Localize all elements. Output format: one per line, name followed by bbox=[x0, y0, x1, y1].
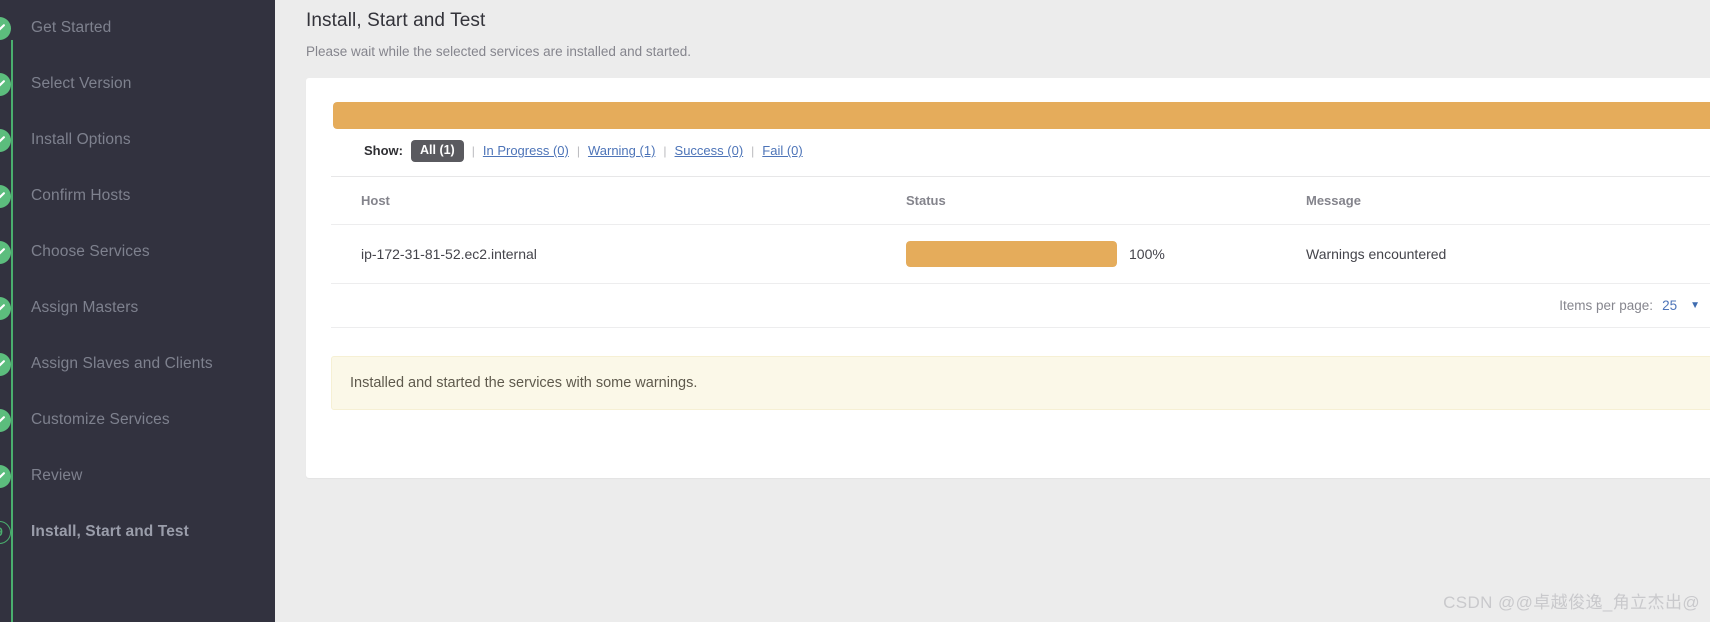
table-body: ip-172-31-81-52.ec2.internal 100% Warnings… bbox=[331, 224, 1710, 284]
check-icon bbox=[0, 16, 11, 40]
filter-label: Show: bbox=[364, 143, 403, 159]
filter-option-warning-1[interactable]: Warning (1) bbox=[588, 143, 655, 158]
wizard-sidebar: Get Started Select Version Install Options… bbox=[0, 0, 275, 622]
overall-progress-fill bbox=[333, 102, 1710, 129]
check-icon bbox=[0, 408, 11, 432]
row-progress-percent: 100% bbox=[1129, 246, 1165, 262]
watermark-text: CSDN @@卓越俊逸_角立杰出@ bbox=[1443, 593, 1700, 612]
row-progress-bar bbox=[906, 241, 1117, 267]
page-subtitle: Please wait while the selected services … bbox=[306, 44, 691, 59]
items-per-page-control: Items per page: 25 ▼ bbox=[331, 284, 1710, 328]
check-icon bbox=[0, 184, 11, 208]
sidebar-item-label: Confirm Hosts bbox=[31, 187, 131, 204]
filter-separator: | bbox=[471, 143, 475, 158]
table-header-row: Host Status Message bbox=[331, 177, 1710, 225]
filter-option-fail-0[interactable]: Fail (0) bbox=[762, 143, 802, 158]
main-content: Install, Start and Test Please wait whil… bbox=[275, 0, 1710, 622]
items-per-page-label: Items per page: bbox=[1559, 298, 1654, 313]
page-title: Install, Start and Test bbox=[306, 10, 486, 31]
sidebar-item-label: Choose Services bbox=[31, 243, 150, 260]
sidebar-item-install-options[interactable]: Install Options bbox=[0, 112, 275, 168]
row-progress-wrap: 100% bbox=[906, 241, 1306, 267]
row-progress-fill bbox=[906, 241, 1117, 267]
check-icon bbox=[0, 128, 11, 152]
sidebar-item-customize-services[interactable]: Customize Services bbox=[0, 392, 275, 448]
filter-option-in-progress-0[interactable]: In Progress (0) bbox=[483, 143, 569, 158]
sidebar-item-label: Assign Slaves and Clients bbox=[31, 355, 213, 372]
overall-progress-bar bbox=[333, 102, 1710, 129]
filter-option-all-1[interactable]: All (1) bbox=[411, 140, 464, 162]
installer-wizard: Get Started Select Version Install Options… bbox=[0, 0, 1710, 622]
host-status-table-area: Host Status Message ip-172-31-81-52.ec2.… bbox=[331, 176, 1710, 328]
sidebar-item-review[interactable]: Review bbox=[0, 448, 275, 504]
filter-separator: | bbox=[663, 143, 667, 158]
wizard-step-list: Get Started Select Version Install Options… bbox=[0, 0, 275, 560]
status-filter-row: Show: All (1) | In Progress (0) | Warning (1… bbox=[364, 140, 803, 162]
sidebar-item-get-started[interactable]: Get Started bbox=[0, 0, 275, 56]
check-icon bbox=[0, 352, 11, 376]
cell-host: ip-172-31-81-52.ec2.internal bbox=[331, 224, 906, 284]
table-row[interactable]: ip-172-31-81-52.ec2.internal 100% Warnings… bbox=[331, 224, 1710, 284]
sidebar-item-select-version[interactable]: Select Version bbox=[0, 56, 275, 112]
column-header-host[interactable]: Host bbox=[331, 177, 906, 225]
column-header-status[interactable]: Status bbox=[906, 177, 1306, 225]
warning-alert-text: Installed and started the services with … bbox=[350, 375, 698, 391]
cell-status: 100% bbox=[906, 224, 1306, 284]
check-icon bbox=[0, 296, 11, 320]
warning-alert: Installed and started the services with … bbox=[331, 356, 1710, 410]
cell-message: Warnings encountered bbox=[1306, 224, 1710, 284]
host-status-table: Host Status Message ip-172-31-81-52.ec2.… bbox=[331, 177, 1710, 284]
filter-separator: | bbox=[576, 143, 580, 158]
step-number-badge: 9 bbox=[0, 520, 11, 544]
sidebar-item-label: Select Version bbox=[31, 75, 132, 92]
sidebar-item-label: Get Started bbox=[31, 19, 112, 36]
filter-option-success-0[interactable]: Success (0) bbox=[675, 143, 744, 158]
sidebar-item-label: Assign Masters bbox=[31, 299, 139, 316]
filter-separator: | bbox=[751, 143, 755, 158]
sidebar-item-label: Install Options bbox=[31, 131, 131, 148]
sidebar-item-label: Install, Start and Test bbox=[31, 523, 189, 540]
chevron-down-icon[interactable]: ▼ bbox=[1690, 300, 1700, 311]
table-head: Host Status Message bbox=[331, 177, 1710, 225]
sidebar-item-label: Review bbox=[31, 467, 83, 484]
items-per-page-value[interactable]: 25 bbox=[1662, 298, 1677, 313]
sidebar-item-label: Customize Services bbox=[31, 411, 170, 428]
check-icon bbox=[0, 240, 11, 264]
sidebar-item-assign-slaves-and-clients[interactable]: Assign Slaves and Clients bbox=[0, 336, 275, 392]
sidebar-item-confirm-hosts[interactable]: Confirm Hosts bbox=[0, 168, 275, 224]
sidebar-item-install-start-and-test[interactable]: 9 Install, Start and Test bbox=[0, 504, 275, 560]
check-icon bbox=[0, 72, 11, 96]
column-header-message[interactable]: Message bbox=[1306, 177, 1710, 225]
install-panel: Show: All (1) | In Progress (0) | Warning (1… bbox=[306, 78, 1710, 478]
sidebar-item-choose-services[interactable]: Choose Services bbox=[0, 224, 275, 280]
sidebar-item-assign-masters[interactable]: Assign Masters bbox=[0, 280, 275, 336]
check-icon bbox=[0, 464, 11, 488]
